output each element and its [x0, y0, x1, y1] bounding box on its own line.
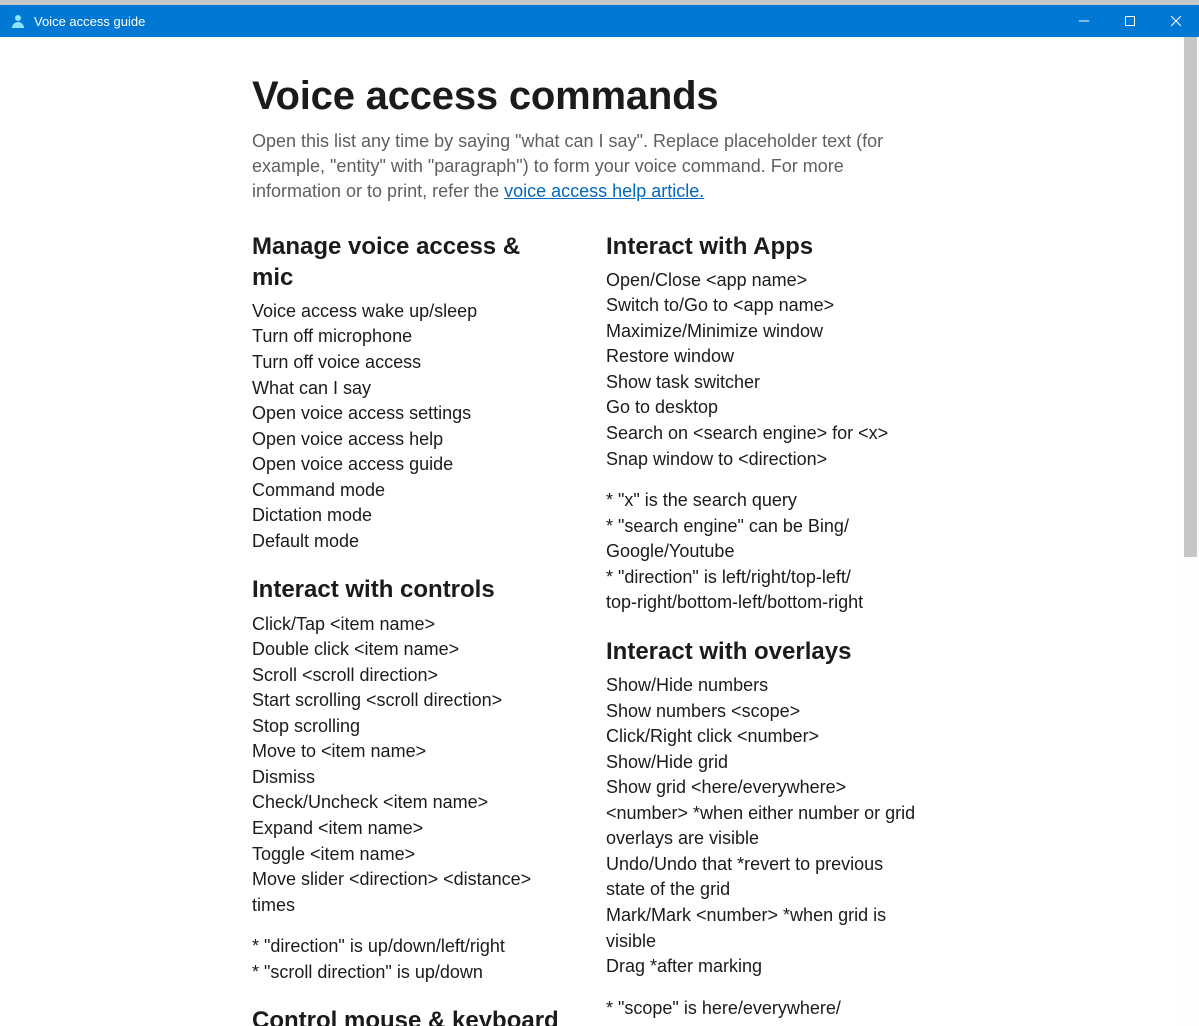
list-item: Check/Uncheck <item name> [252, 790, 562, 816]
note-line: top-right/bottom-left/bottom-right [606, 590, 916, 616]
list-item: Show/Hide grid [606, 750, 916, 776]
list-item: Open voice access guide [252, 452, 562, 478]
help-article-link[interactable]: voice access help article. [504, 181, 704, 201]
columns: Manage voice access & mic Voice access w… [252, 231, 946, 1026]
list-item: Turn off voice access [252, 350, 562, 376]
list-item: Voice access wake up/sleep [252, 299, 562, 325]
notes-controls: * "direction" is up/down/left/right * "s… [252, 934, 562, 985]
note-line: * "scroll direction" is up/down [252, 960, 562, 986]
minimize-button[interactable] [1061, 5, 1107, 37]
note-line: * "direction" is left/right/top-left/ [606, 565, 916, 591]
note-line: * "x" is the search query [606, 488, 916, 514]
list-item: Show numbers <scope> [606, 699, 916, 725]
titlebar: Voice access guide [0, 5, 1199, 37]
list-item: Toggle <item name> [252, 842, 562, 868]
list-item: Go to desktop [606, 395, 916, 421]
list-item: Drag *after marking [606, 954, 916, 980]
section-title-manage: Manage voice access & mic [252, 231, 562, 293]
command-list-controls: Click/Tap <item name> Double click <item… [252, 612, 562, 919]
close-button[interactable] [1153, 5, 1199, 37]
list-item: Click/Right click <number> [606, 724, 916, 750]
list-item: Dictation mode [252, 503, 562, 529]
section-title-apps: Interact with Apps [606, 231, 916, 262]
column-right: Interact with Apps Open/Close <app name>… [606, 231, 916, 1026]
list-item: Double click <item name> [252, 637, 562, 663]
window-title: Voice access guide [34, 14, 145, 29]
note-line: * "direction" is up/down/left/right [252, 934, 562, 960]
notes-apps: * "x" is the search query * "search engi… [606, 488, 916, 616]
vertical-scrollbar[interactable] [1182, 37, 1199, 1026]
list-item: Snap window to <direction> [606, 447, 916, 473]
list-item: Click/Tap <item name> [252, 612, 562, 638]
list-item: Search on <search engine> for <x> [606, 421, 916, 447]
command-list-manage: Voice access wake up/sleep Turn off micr… [252, 299, 562, 554]
list-item: What can I say [252, 376, 562, 402]
list-item: Scroll <scroll direction> [252, 663, 562, 689]
list-item: Default mode [252, 529, 562, 555]
list-item: Expand <item name> [252, 816, 562, 842]
section-title-mouse-keyboard: Control mouse & keyboard [252, 1005, 562, 1026]
scrollbar-thumb[interactable] [1184, 37, 1197, 557]
list-item: Turn off microphone [252, 324, 562, 350]
content-area: Voice access commands Open this list any… [0, 37, 1199, 1026]
command-list-overlays: Show/Hide numbers Show numbers <scope> C… [606, 673, 916, 980]
list-item: Undo/Undo that *revert to previous state… [606, 852, 916, 903]
list-item: Switch to/Go to <app name> [606, 293, 916, 319]
list-item: <number> *when either number or grid ove… [606, 801, 916, 852]
note-line: * "search engine" can be Bing/ [606, 514, 916, 540]
list-item: Restore window [606, 344, 916, 370]
page-title: Voice access commands [252, 71, 946, 121]
list-item: Command mode [252, 478, 562, 504]
list-item: Open voice access help [252, 427, 562, 453]
list-item: Move slider <direction> <distance> times [252, 867, 562, 918]
list-item: Open voice access settings [252, 401, 562, 427]
list-item: Stop scrolling [252, 714, 562, 740]
intro-paragraph: Open this list any time by saying "what … [252, 129, 912, 205]
maximize-button[interactable] [1107, 5, 1153, 37]
notes-overlays: * "scope" is here/everywhere/ [606, 996, 916, 1022]
section-title-controls: Interact with controls [252, 574, 562, 605]
list-item: Maximize/Minimize window [606, 319, 916, 345]
note-line: * "scope" is here/everywhere/ [606, 996, 916, 1022]
command-list-apps: Open/Close <app name> Switch to/Go to <a… [606, 268, 916, 472]
list-item: Open/Close <app name> [606, 268, 916, 294]
list-item: Show task switcher [606, 370, 916, 396]
section-title-overlays: Interact with overlays [606, 636, 916, 667]
list-item: Dismiss [252, 765, 562, 791]
list-item: Move to <item name> [252, 739, 562, 765]
column-left: Manage voice access & mic Voice access w… [252, 231, 562, 1026]
list-item: Show/Hide numbers [606, 673, 916, 699]
note-line: Google/Youtube [606, 539, 916, 565]
content-inner: Voice access commands Open this list any… [252, 37, 946, 1026]
app-icon [8, 11, 28, 31]
list-item: Mark/Mark <number> *when grid is visible [606, 903, 916, 954]
list-item: Start scrolling <scroll direction> [252, 688, 562, 714]
list-item: Show grid <here/everywhere> [606, 775, 916, 801]
